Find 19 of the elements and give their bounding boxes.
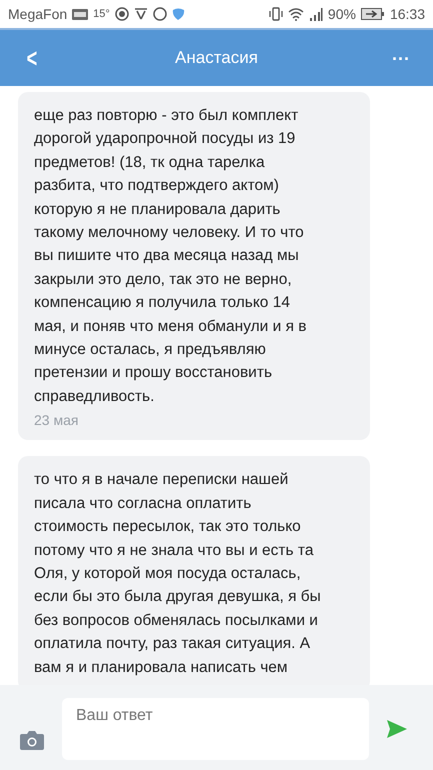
battery-icon <box>360 8 385 20</box>
message-text: еще раз повторю - это был комплект дорогой ударопрочной посуды из 19 предметов! (18, тк одна тарелка разбита, что подтверждего актом) которую я не планировала дарить такому мелочному человеку. И то что вы пишите что два месяца назад мы закрыли это дело, так это не верно, компенсацию я получила только 14 мая, и поняв что меня обманули и я в минусе осталась, я предъявляю претензии и прошу восстановить справедливость. <box>34 106 308 407</box>
vibrate-icon <box>268 7 283 21</box>
wifi-icon <box>288 8 304 20</box>
reply-field[interactable]: Ваш ответ <box>62 698 369 760</box>
send-icon[interactable] <box>387 720 407 738</box>
temperature: 15° <box>93 8 110 20</box>
carrier-name: MegaFon <box>8 6 68 22</box>
back-button[interactable]: < <box>10 42 54 74</box>
signal-icon <box>308 8 323 20</box>
missed-call-icon <box>134 7 148 21</box>
target-icon <box>114 7 129 21</box>
message-text: то что я в начале переписки нашей писала что согласна оплатить стоимость пересылок, так это только потому что я не знала что вы и есть та Оля, у которой моя посуда осталась, если бы это была другая девушка, я бы без вопросов обменялась посылками и оплатила почту, раз такая ситуация. А вам я и планировала написать чем <box>34 470 322 678</box>
more-menu-button[interactable]: ... <box>369 44 433 72</box>
message-date: 23 мая <box>34 412 80 428</box>
battery-percent: 90% <box>328 6 356 22</box>
camera-icon[interactable] <box>20 730 44 750</box>
chat-title: Анастасия <box>174 48 259 68</box>
clock: 16:33 <box>390 6 425 22</box>
